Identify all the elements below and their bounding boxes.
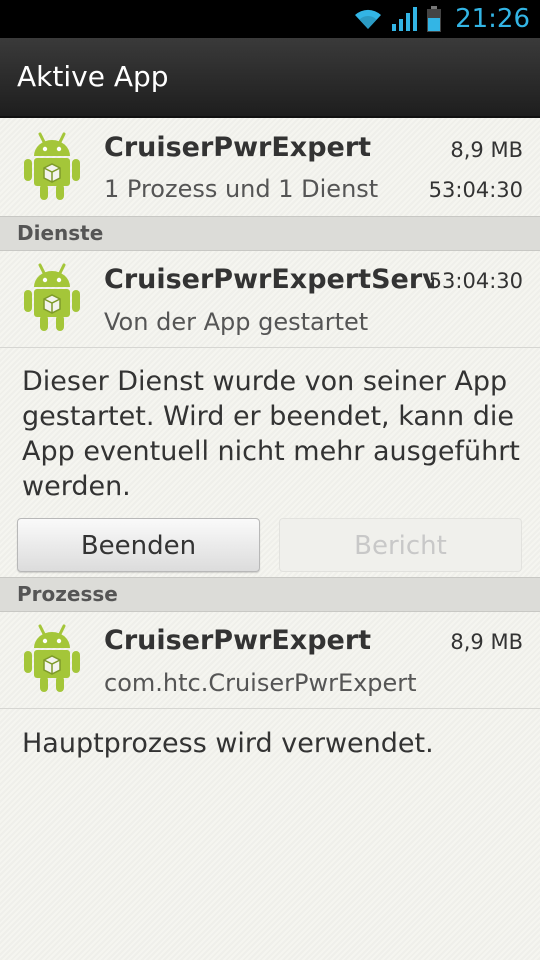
services-header-label: Dienste (17, 221, 104, 245)
report-button[interactable]: Bericht (279, 518, 522, 572)
process-row[interactable]: CruiserPwrExpert 8,9 MB com.htc.CruiserP… (0, 612, 540, 708)
processes-header-label: Prozesse (17, 582, 118, 606)
android-icon (24, 624, 80, 692)
process-name: CruiserPwrExpert (104, 625, 372, 656)
action-bar: Aktive App (0, 38, 540, 118)
action-bar-title: Aktive App (17, 60, 169, 93)
service-uptime: 53:04:30 (428, 269, 523, 293)
service-row[interactable]: CruiserPwrExpertService 53:04:30 Von der… (0, 251, 540, 347)
stop-button[interactable]: Beenden (17, 518, 260, 572)
app-name: CruiserPwrExpert (104, 132, 372, 163)
wifi-icon (355, 9, 382, 29)
process-package: com.htc.CruiserPwrExpert (104, 669, 417, 697)
screen: 21:26 Aktive App CruiserPwrExpert 8,9 MB… (0, 0, 540, 960)
service-status: Von der App gestartet (104, 308, 369, 336)
app-header: CruiserPwrExpert 8,9 MB 1 Prozess und 1 … (0, 120, 540, 216)
status-icons: 21:26 (353, 0, 530, 38)
processes-section-header: Prozesse (0, 577, 540, 612)
divider (0, 347, 540, 348)
signal-icon (392, 7, 418, 31)
service-description: Dieser Dienst wurde von seiner App gesta… (22, 366, 520, 502)
android-icon (24, 263, 80, 331)
process-size: 8,9 MB (450, 630, 523, 654)
battery-icon (427, 6, 442, 32)
app-size: 8,9 MB (450, 138, 523, 162)
app-uptime: 53:04:30 (428, 178, 523, 202)
process-description: Hauptprozess wird verwendet. (22, 728, 434, 759)
service-name: CruiserPwrExpertService (104, 264, 434, 295)
services-section-header: Dienste (0, 216, 540, 251)
divider (0, 708, 540, 709)
android-icon (24, 132, 80, 200)
status-time: 21:26 (455, 4, 530, 34)
app-summary: 1 Prozess und 1 Dienst (104, 175, 379, 203)
status-bar: 21:26 (0, 0, 540, 38)
